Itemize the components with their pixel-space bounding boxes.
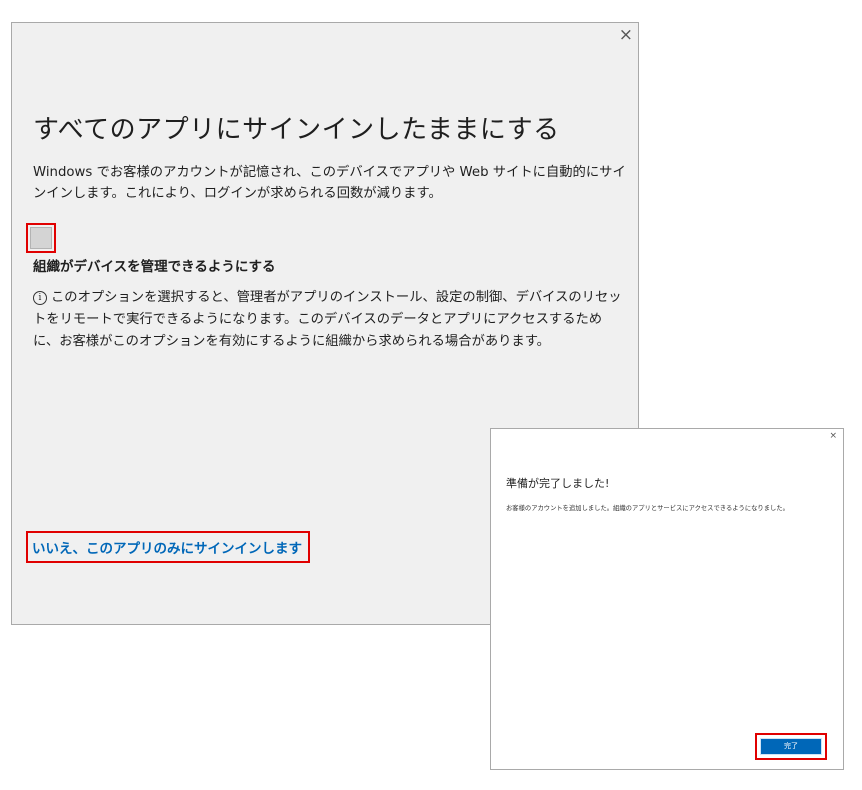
manage-device-checkbox[interactable]: [30, 227, 52, 249]
manage-device-checkbox-label[interactable]: 組織がデバイスを管理できるようにする: [33, 255, 275, 275]
manage-device-info-text: このオプションを選択すると、管理者がアプリのインストール、設定の制御、デバイスの…: [33, 290, 622, 349]
manage-device-info: i このオプションを選択すると、管理者がアプリのインストール、設定の制御、デバイス…: [33, 287, 628, 353]
signin-link-highlight: いいえ、このアプリのみにサインインします: [26, 531, 310, 563]
close-icon[interactable]: ×: [829, 432, 837, 441]
manage-device-checkbox-highlight: [26, 223, 56, 253]
done-description: お客様のアカウントを追加しました。組織のアプリとサービスにアクセスできるようにな…: [506, 505, 789, 512]
dialog-title: すべてのアプリにサインインしたままにする: [33, 115, 560, 145]
done-button[interactable]: 完了: [760, 738, 822, 755]
done-title: 準備が完了しました!: [506, 477, 610, 490]
screenshot-stage: × すべてのアプリにサインインしたままにする Windows でお客様のアカウン…: [0, 0, 862, 790]
setup-complete-dialog: × 準備が完了しました! お客様のアカウントを追加しました。組織のアプリとサービ…: [490, 428, 844, 770]
info-icon: i: [33, 291, 47, 305]
close-icon[interactable]: ×: [619, 27, 633, 44]
dialog-description: Windows でお客様のアカウントが記憶され、このデバイスでアプリや Web …: [33, 165, 626, 201]
done-button-highlight: 完了: [755, 733, 827, 760]
signin-this-app-only-link[interactable]: いいえ、このアプリのみにサインインします: [32, 537, 302, 557]
